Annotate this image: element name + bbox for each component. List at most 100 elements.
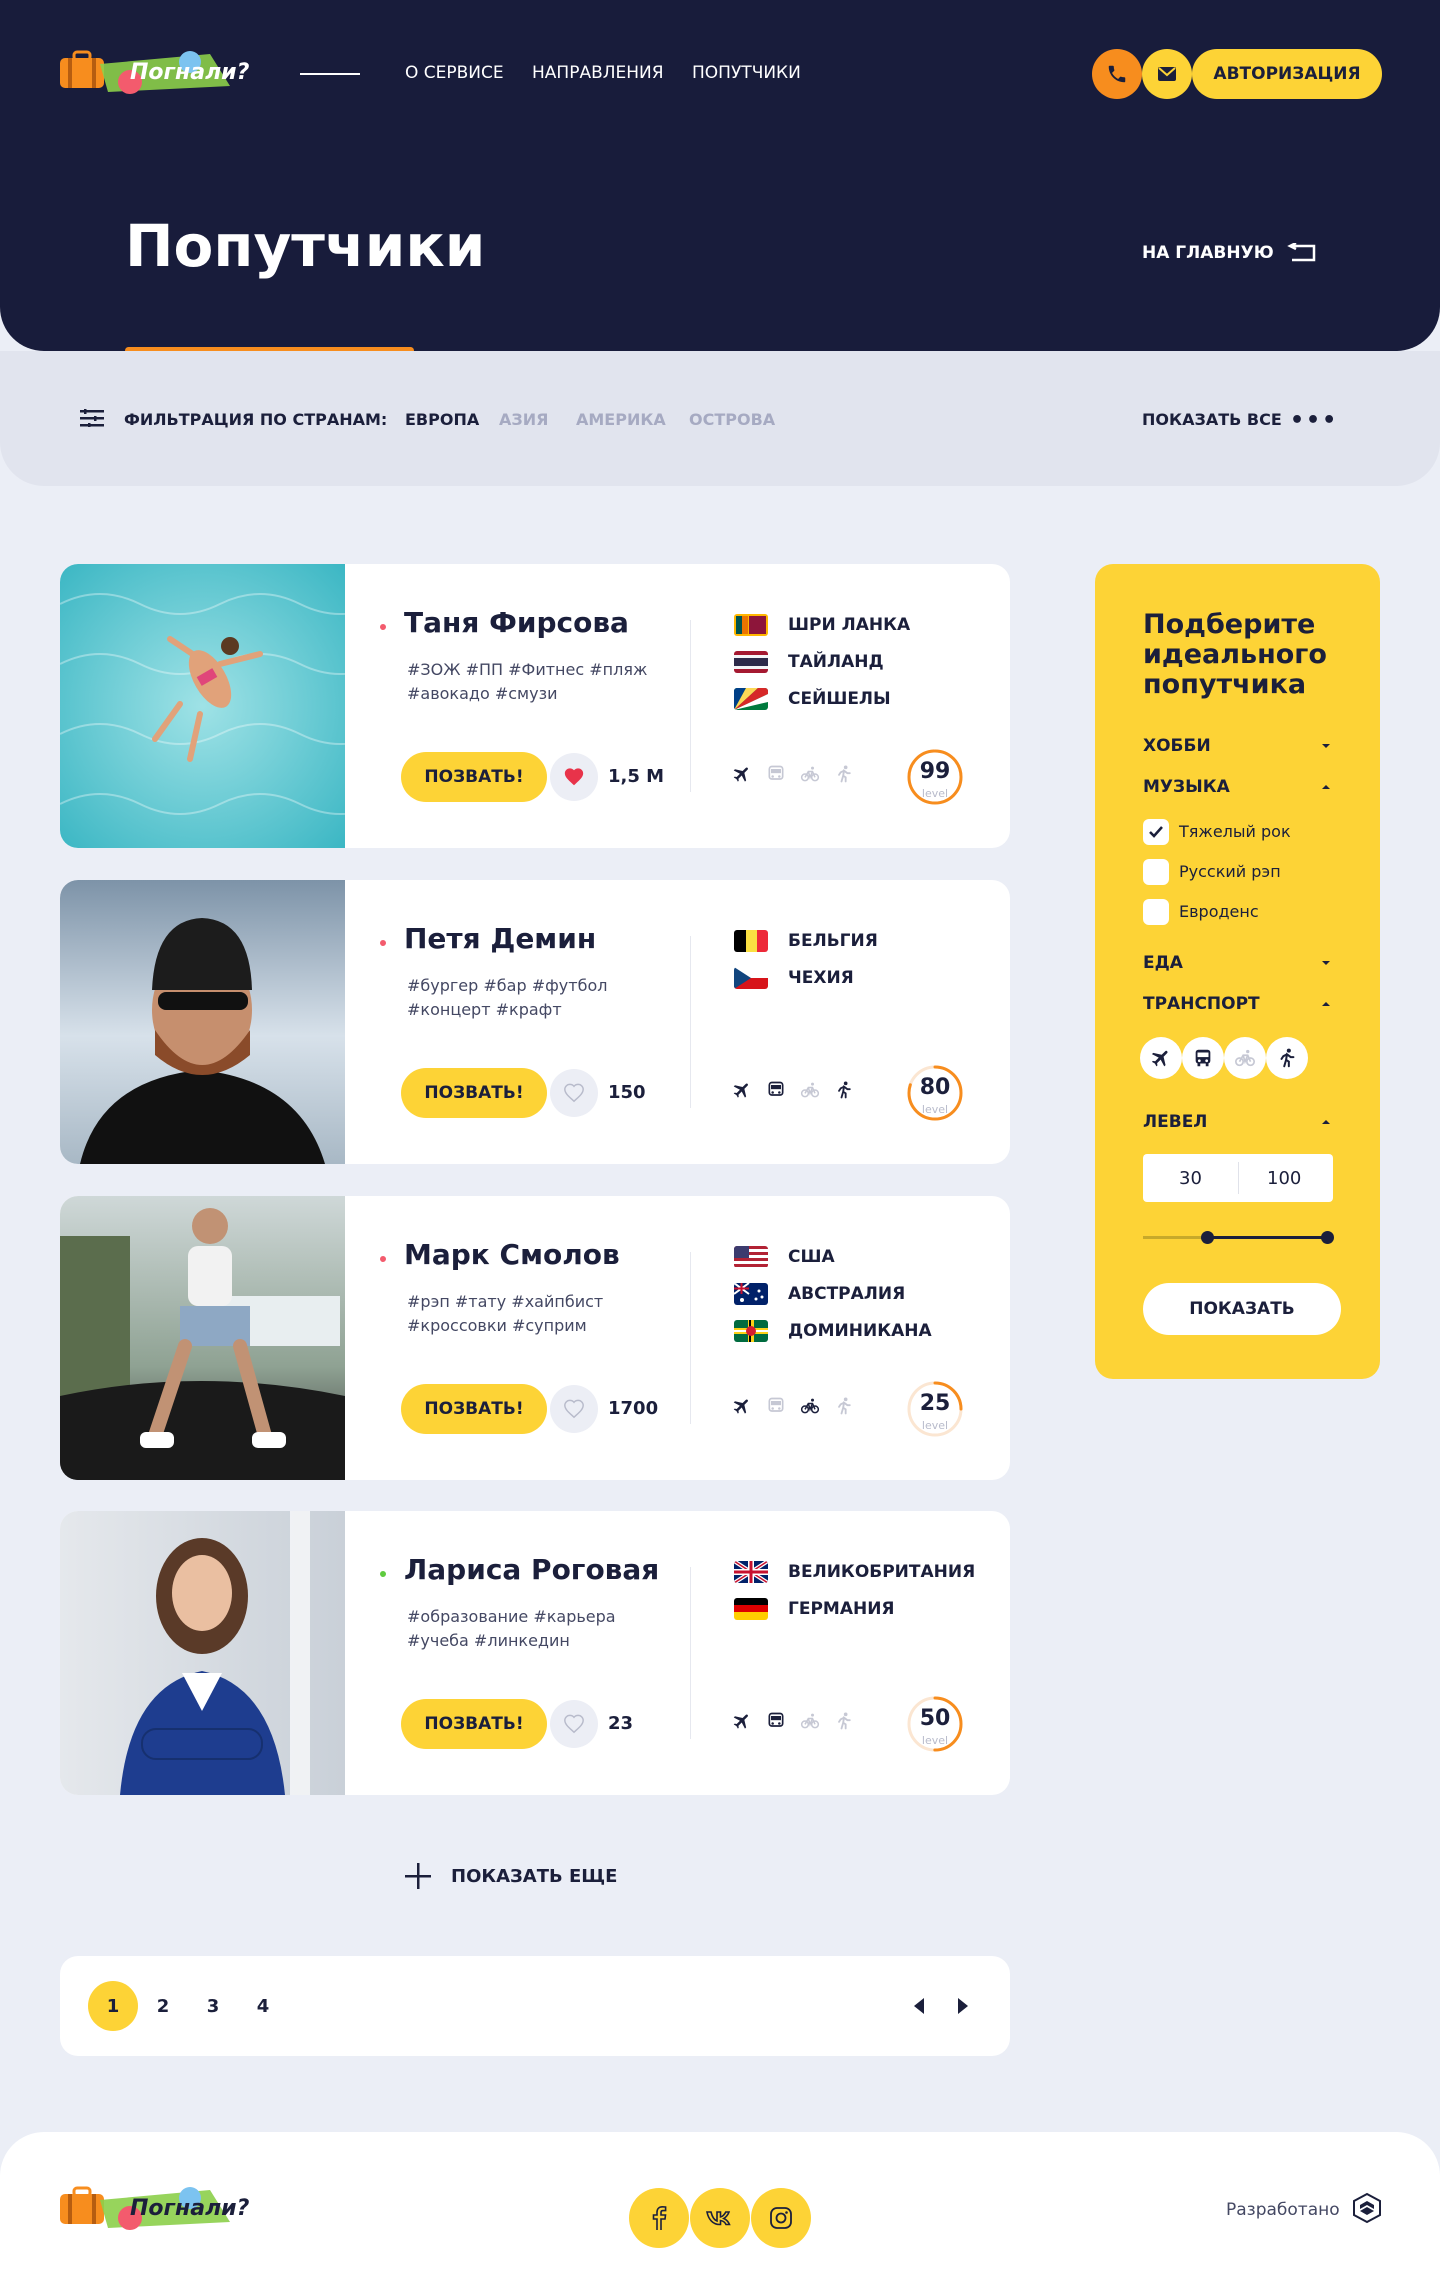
show-all-button[interactable]: ПОКАЗАТЬ ВСЕ xyxy=(1142,410,1282,429)
like-count: 1700 xyxy=(608,1398,659,1419)
flag-icon xyxy=(734,1283,768,1305)
nav-item-directions[interactable]: НАПРАВЛЕНИЯ xyxy=(532,63,664,83)
level-range-input[interactable]: 30 100 xyxy=(1143,1154,1333,1202)
running-icon xyxy=(838,765,851,783)
nav-item-companions[interactable]: ПОПУТЧИКИ xyxy=(692,63,801,83)
sidebar-title: Подберите идеального попутчика xyxy=(1143,609,1327,700)
status-dot xyxy=(380,624,386,630)
facebook-button[interactable] xyxy=(629,2188,689,2248)
checkbox-eurodance[interactable] xyxy=(1143,899,1169,925)
filter-tab-europe[interactable]: ЕВРОПА xyxy=(405,410,479,429)
phone-button[interactable] xyxy=(1092,49,1142,99)
country-name: АВСТРАЛИЯ xyxy=(788,1284,906,1304)
logo[interactable]: Погнали? xyxy=(60,50,260,96)
invite-button[interactable]: ПОЗВАТЬ! xyxy=(401,1068,547,1118)
invite-button[interactable]: ПОЗВАТЬ! xyxy=(401,1699,547,1749)
like-button[interactable] xyxy=(550,1385,598,1433)
filter-tab-islands[interactable]: ОСТРОВА xyxy=(689,410,775,429)
status-dot xyxy=(380,1256,386,1262)
slider-track-inactive xyxy=(1143,1236,1207,1239)
card-divider xyxy=(690,1252,691,1424)
caret-down-icon[interactable] xyxy=(1320,959,1332,967)
checkbox-heavy-rock[interactable] xyxy=(1143,819,1169,845)
caret-down-icon[interactable] xyxy=(1320,742,1332,750)
page-4[interactable]: 4 xyxy=(238,1981,288,2031)
toggle-bike[interactable] xyxy=(1224,1037,1266,1079)
bike-icon xyxy=(800,766,820,782)
section-food[interactable]: ЕДА xyxy=(1143,953,1183,973)
like-button[interactable] xyxy=(550,1700,598,1748)
show-results-button[interactable]: ПОКАЗАТЬ xyxy=(1143,1283,1341,1335)
caret-up-icon[interactable] xyxy=(1320,1000,1332,1008)
page-2[interactable]: 2 xyxy=(138,1981,188,2031)
like-button[interactable] xyxy=(550,1069,598,1117)
level-label: level xyxy=(921,1734,949,1747)
transport-icons xyxy=(732,1396,854,1416)
invite-button[interactable]: ПОЗВАТЬ! xyxy=(401,1384,547,1434)
caret-up-icon[interactable] xyxy=(1320,1118,1332,1126)
country-name: ТАЙЛАНД xyxy=(788,652,884,672)
country-item: СЕЙШЕЛЫ xyxy=(734,688,891,710)
instagram-button[interactable] xyxy=(751,2188,811,2248)
checkbox-label: Евроденс xyxy=(1179,902,1259,921)
toggle-bus[interactable] xyxy=(1182,1037,1224,1079)
level-slider[interactable] xyxy=(1143,1231,1334,1244)
heart-icon xyxy=(564,1083,584,1103)
flag-icon xyxy=(734,688,768,710)
country-item: ЧЕХИЯ xyxy=(734,967,854,989)
invite-button[interactable]: ПОЗВАТЬ! xyxy=(401,752,547,802)
footer-logo[interactable]: Погнали? xyxy=(60,2186,260,2232)
companion-card: Таня Фирсова #ЗОЖ #ПП #Фитнес #пляж #аво… xyxy=(60,564,1010,848)
companion-photo[interactable] xyxy=(60,564,345,848)
companion-photo[interactable] xyxy=(60,880,345,1164)
page-3[interactable]: 3 xyxy=(188,1981,238,2031)
section-transport[interactable]: ТРАНСПОРТ xyxy=(1143,994,1260,1014)
level-from-value[interactable]: 30 xyxy=(1179,1168,1202,1189)
companion-name[interactable]: Лариса Роговая xyxy=(404,1553,659,1586)
back-arrow-icon[interactable] xyxy=(1286,243,1318,263)
flag-icon xyxy=(734,614,768,636)
companion-name[interactable]: Марк Смолов xyxy=(404,1238,620,1271)
companion-photo[interactable] xyxy=(60,1196,345,1480)
mail-button[interactable] xyxy=(1142,49,1192,99)
country-name: ШРИ ЛАНКА xyxy=(788,615,911,635)
section-hobby[interactable]: ХОББИ xyxy=(1143,736,1211,756)
section-music[interactable]: МУЗЫКА xyxy=(1143,777,1230,797)
slider-handle-min[interactable] xyxy=(1201,1231,1214,1244)
companion-name[interactable]: Петя Демин xyxy=(404,922,596,955)
home-link[interactable]: НА ГЛАВНУЮ xyxy=(1142,243,1274,263)
companion-photo[interactable] xyxy=(60,1511,345,1795)
caret-up-icon[interactable] xyxy=(1320,783,1332,791)
page-1[interactable]: 1 xyxy=(88,1981,138,2031)
show-more-button[interactable]: ПОКАЗАТЬ ЕЩЕ xyxy=(403,1860,663,1892)
toggle-walk[interactable] xyxy=(1266,1037,1308,1079)
slider-handle-max[interactable] xyxy=(1321,1231,1334,1244)
filter-tab-asia[interactable]: АЗИЯ xyxy=(499,410,548,429)
logo-text: Погнали? xyxy=(130,2196,250,2221)
bus-icon xyxy=(1195,1049,1211,1067)
more-dots-icon[interactable]: ••• xyxy=(1290,408,1338,433)
nav-item-about[interactable]: О СЕРВИСЕ xyxy=(405,63,504,83)
mail-icon xyxy=(1158,67,1176,81)
section-level[interactable]: ЛЕВЕЛ xyxy=(1143,1112,1207,1132)
next-page-icon[interactable] xyxy=(950,1994,974,2018)
companion-name[interactable]: Таня Фирсова xyxy=(404,606,629,639)
country-name: ВЕЛИКОБРИТАНИЯ xyxy=(788,1562,976,1582)
filter-tab-america[interactable]: АМЕРИКА xyxy=(576,410,666,429)
developer-logo-icon[interactable] xyxy=(1352,2192,1382,2224)
logo-text: Погнали? xyxy=(130,60,250,85)
country-name: БЕЛЬГИЯ xyxy=(788,931,878,951)
bike-icon xyxy=(1235,1049,1255,1067)
auth-button[interactable]: АВТОРИЗАЦИЯ xyxy=(1192,49,1382,99)
country-name: США xyxy=(788,1247,835,1267)
vk-button[interactable] xyxy=(690,2188,750,2248)
level-to-value[interactable]: 100 xyxy=(1267,1168,1301,1189)
checkbox-russian-rap[interactable] xyxy=(1143,859,1169,885)
like-count: 23 xyxy=(608,1713,634,1734)
prev-page-icon[interactable] xyxy=(908,1994,932,2018)
plus-icon xyxy=(405,1863,431,1889)
bike-icon xyxy=(800,1398,820,1414)
like-button[interactable] xyxy=(550,753,598,801)
toggle-plane[interactable] xyxy=(1140,1037,1182,1079)
plane-icon xyxy=(1151,1050,1168,1067)
